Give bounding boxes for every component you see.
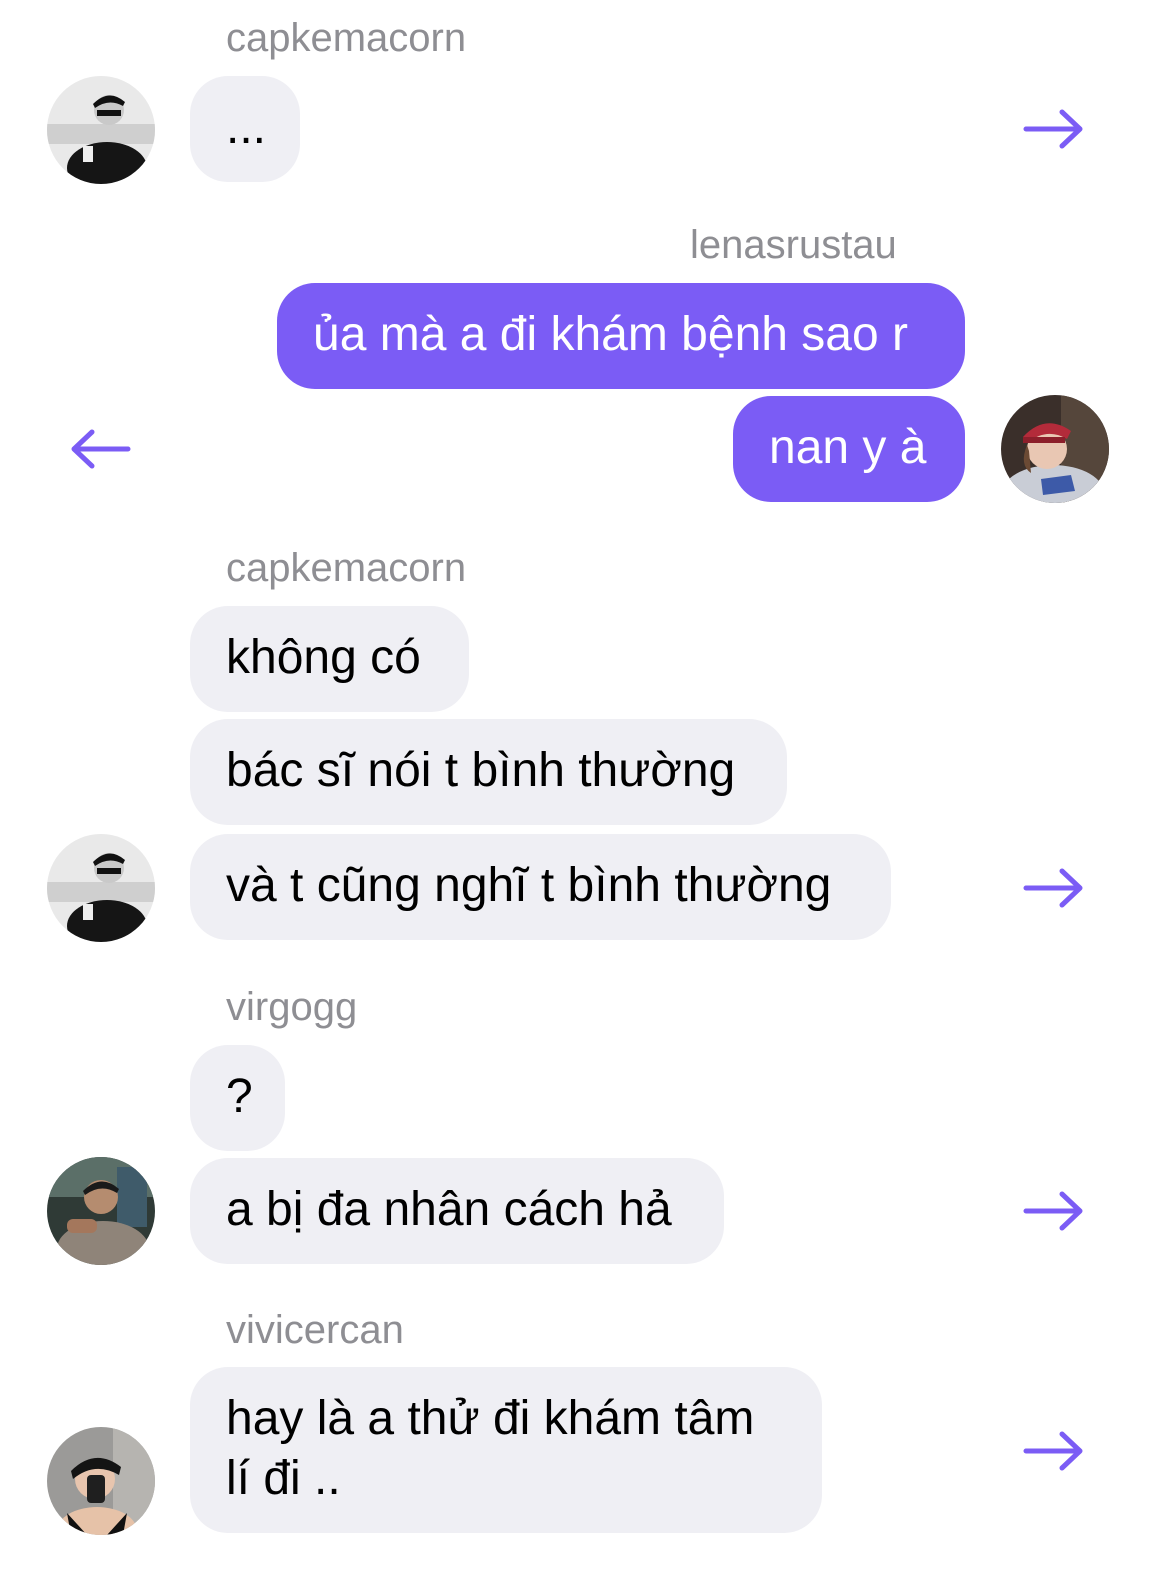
sender-name: lenasrustau (690, 223, 897, 267)
avatar-photo-icon (47, 76, 155, 184)
avatar-photo-icon (47, 1427, 155, 1535)
avatar[interactable] (1001, 395, 1109, 503)
arrow-right-icon (1023, 109, 1083, 149)
share-button[interactable] (1022, 1429, 1086, 1473)
sender-name: capkemacorn (226, 546, 467, 590)
message-bubble[interactable]: ? (190, 1045, 285, 1151)
avatar[interactable] (47, 1427, 155, 1535)
arrow-right-icon (1023, 1191, 1083, 1231)
message-bubble[interactable]: nan y à (733, 396, 965, 502)
arrow-left-icon (71, 429, 131, 469)
message-bubble[interactable]: hay là a thử đi khám tâm lí đi .. (190, 1367, 822, 1533)
message-bubble[interactable]: không có (190, 606, 469, 712)
avatar-photo-icon (47, 1157, 155, 1265)
share-button[interactable] (1022, 866, 1086, 910)
avatar[interactable] (47, 1157, 155, 1265)
share-button[interactable] (1022, 107, 1086, 151)
sender-name: vivicercan (226, 1308, 404, 1352)
sender-name: capkemacorn (226, 16, 467, 60)
arrow-right-icon (1023, 1431, 1083, 1471)
message-bubble[interactable]: bác sĩ nói t bình thường (190, 719, 787, 825)
avatar[interactable] (47, 76, 155, 184)
share-button[interactable] (68, 427, 132, 471)
message-bubble[interactable]: ủa mà a đi khám bệnh sao r (277, 283, 965, 389)
message-bubble[interactable]: và t cũng nghĩ t bình thường (190, 834, 891, 940)
share-button[interactable] (1022, 1189, 1086, 1233)
avatar-photo-icon (47, 834, 155, 942)
message-bubble[interactable]: a bị đa nhân cách hả (190, 1158, 724, 1264)
message-bubble[interactable]: ... (190, 76, 300, 182)
avatar[interactable] (47, 834, 155, 942)
avatar-photo-icon (1001, 395, 1109, 503)
arrow-right-icon (1023, 868, 1083, 908)
sender-name: virgogg (226, 985, 358, 1029)
